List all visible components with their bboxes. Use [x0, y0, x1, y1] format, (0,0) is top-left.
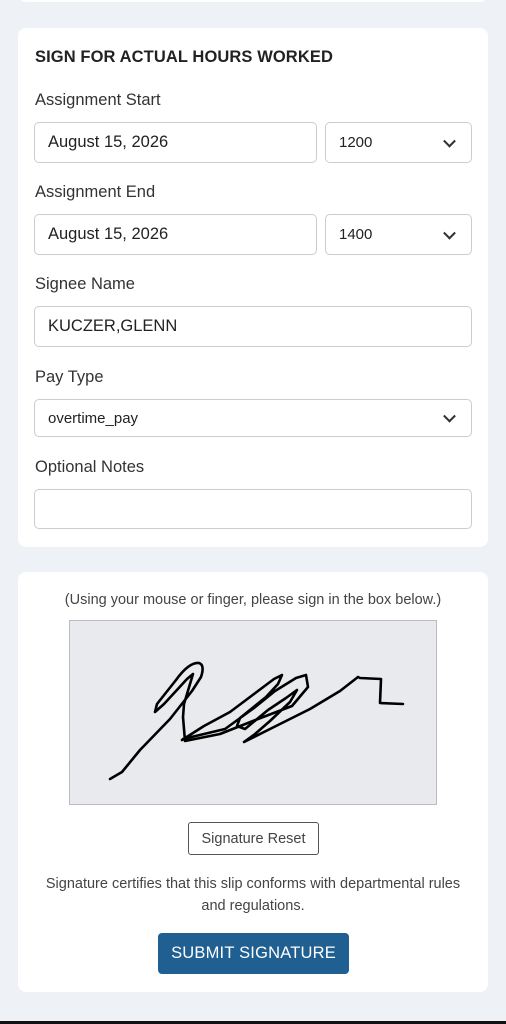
chevron-down-icon: [443, 409, 456, 423]
form-title: SIGN FOR ACTUAL HOURS WORKED: [35, 48, 333, 66]
optional-notes-input[interactable]: [34, 489, 472, 529]
assignment-end-label: Assignment End: [35, 183, 156, 201]
signature-card: (Using your mouse or finger, please sign…: [18, 572, 488, 992]
chevron-down-icon: [443, 134, 456, 148]
signature-instructions: (Using your mouse or finger, please sign…: [64, 592, 442, 608]
assignment-end-date-value: August 15, 2026: [48, 225, 169, 243]
assignment-start-time-value: 1200: [339, 134, 373, 151]
pay-type-select[interactable]: overtime_pay: [34, 399, 472, 437]
assignment-start-date-value: August 15, 2026: [48, 133, 169, 151]
signee-name-value: KUCZER,GLENN: [48, 317, 178, 335]
optional-notes-label: Optional Notes: [35, 458, 145, 476]
chevron-down-icon: [443, 226, 456, 240]
assignment-start-label: Assignment Start: [35, 91, 161, 109]
signature-drawing: [108, 661, 405, 781]
assignment-end-time-value: 1400: [339, 226, 373, 243]
assignment-end-time-select[interactable]: 1400: [325, 214, 472, 255]
submit-signature-button[interactable]: SUBMIT SIGNATURE: [158, 933, 349, 974]
assignment-start-date-input[interactable]: August 15, 2026: [34, 122, 317, 163]
assignment-start-time-select[interactable]: 1200: [325, 122, 472, 163]
signee-name-input[interactable]: KUCZER,GLENN: [34, 306, 472, 347]
signature-reset-button[interactable]: Signature Reset: [188, 822, 319, 855]
pay-type-value: overtime_pay: [48, 409, 139, 427]
certification-text: Signature certifies that this slip confo…: [45, 876, 461, 914]
signature-pad[interactable]: [69, 620, 437, 805]
signee-name-label: Signee Name: [35, 275, 135, 293]
hours-form-card: SIGN FOR ACTUAL HOURS WORKED Assignment …: [18, 28, 488, 547]
pay-type-label: Pay Type: [35, 368, 104, 386]
previous-card: [18, 0, 488, 2]
assignment-end-date-input[interactable]: August 15, 2026: [34, 214, 317, 255]
